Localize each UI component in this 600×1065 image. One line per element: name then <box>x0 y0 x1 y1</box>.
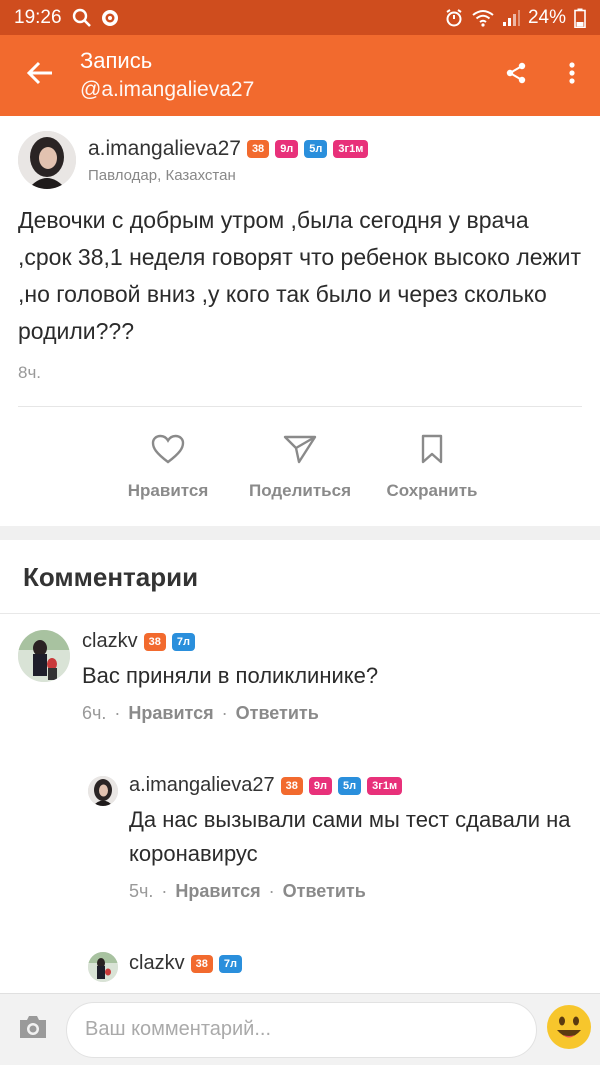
share-button[interactable] <box>488 61 544 90</box>
post-text: Девочки с добрым утром ,была сегодня у в… <box>18 207 582 344</box>
age-badge: 38 <box>190 954 213 973</box>
comment-text: Вас приняли в поликлинике? <box>82 663 379 688</box>
share-label: Поделиться <box>248 481 352 500</box>
emoji-button[interactable] <box>537 1004 600 1055</box>
bookmark-icon <box>420 434 444 469</box>
child-age-badge: 9л <box>308 776 333 795</box>
send-icon <box>283 434 317 469</box>
comment-time: 5ч. <box>129 881 154 901</box>
arrow-back-icon <box>26 61 54 90</box>
age-badge: 38 <box>280 776 303 795</box>
page-subtitle: @a.imangalieva27 <box>80 77 255 101</box>
age-badge: 38 <box>143 632 166 651</box>
alarm-icon <box>444 8 464 28</box>
share-post-button[interactable]: Поделиться <box>240 434 360 501</box>
like-label: Нравится <box>127 481 209 500</box>
comment-reply-item: a.imangalieva27 38 9л 5л 3г1м Да нас выз… <box>88 774 584 902</box>
comment-time: 6ч. <box>82 703 107 723</box>
comments-heading: Комментарии <box>23 562 199 592</box>
child-age-badge: 9л <box>275 140 299 158</box>
section-separator <box>0 526 600 540</box>
avatar[interactable] <box>88 776 118 806</box>
search-icon <box>72 8 92 28</box>
battery-level: 24% <box>527 6 566 28</box>
back-button[interactable] <box>0 61 80 90</box>
child-age-badge: 7л <box>171 632 195 651</box>
comment-input[interactable] <box>66 1001 537 1058</box>
comment-author[interactable]: clazkv <box>129 952 185 975</box>
save-button[interactable]: Сохранить <box>380 434 484 501</box>
post-time: 8ч. <box>18 363 42 382</box>
comment-item: clazkv 38 7л Вас приняли в поликлинике? … <box>18 630 378 724</box>
avatar[interactable] <box>18 131 76 189</box>
signal-icon <box>502 9 520 27</box>
battery-icon <box>574 8 586 28</box>
smiley-icon <box>546 1004 592 1055</box>
comment-composer <box>0 993 600 1065</box>
page-title: Запись <box>80 47 153 73</box>
comment-reply-item: clazkv 38 7л <box>88 952 242 982</box>
post-author-row: a.imangalieva27 38 9л 5л 3г1м Павлодар, … <box>18 131 369 189</box>
child-age-badge: 3г1м <box>367 776 403 795</box>
wifi-icon <box>472 9 494 27</box>
heart-icon <box>151 434 185 469</box>
like-button[interactable]: Нравится <box>118 434 218 501</box>
comment-author[interactable]: clazkv <box>82 630 138 653</box>
attach-photo-button[interactable] <box>0 1014 66 1045</box>
child-age-badge: 7л <box>218 954 242 973</box>
separator-dot: · <box>268 881 275 901</box>
separator-dot: · <box>161 881 168 901</box>
avatar[interactable] <box>88 952 118 982</box>
post-author-name[interactable]: a.imangalieva27 <box>88 137 241 161</box>
more-vert-icon <box>568 61 576 90</box>
separator-dot: · <box>221 703 228 723</box>
child-age-badge: 5л <box>304 140 328 158</box>
comment-reply-button[interactable]: Ответить <box>283 881 366 902</box>
comment-author[interactable]: a.imangalieva27 <box>129 774 275 797</box>
age-badge: 38 <box>246 140 270 158</box>
avatar[interactable] <box>18 630 70 682</box>
save-label: Сохранить <box>386 481 478 500</box>
comment-like-button[interactable]: Нравится <box>175 881 260 902</box>
status-bar: 19:26 24% <box>0 0 600 35</box>
status-time: 19:26 <box>14 6 62 28</box>
child-age-badge: 5л <box>338 776 362 795</box>
app-notification-icon <box>100 8 120 28</box>
post-location: Павлодар, Казахстан <box>88 167 236 184</box>
camera-icon <box>18 1014 48 1045</box>
app-bar: Запись @a.imangalieva27 <box>0 35 600 116</box>
child-age-badge: 3г1м <box>333 140 369 158</box>
comment-like-button[interactable]: Нравится <box>128 703 213 724</box>
separator-dot: · <box>114 703 121 723</box>
comment-reply-button[interactable]: Ответить <box>236 703 319 724</box>
divider <box>18 406 582 407</box>
divider <box>0 613 600 614</box>
share-icon <box>504 61 528 90</box>
more-options-button[interactable] <box>544 61 600 90</box>
comment-text: Да нас вызывали сами мы тест сдавали на … <box>129 807 571 866</box>
post-card: a.imangalieva27 38 9л 5л 3г1м Павлодар, … <box>0 116 600 526</box>
